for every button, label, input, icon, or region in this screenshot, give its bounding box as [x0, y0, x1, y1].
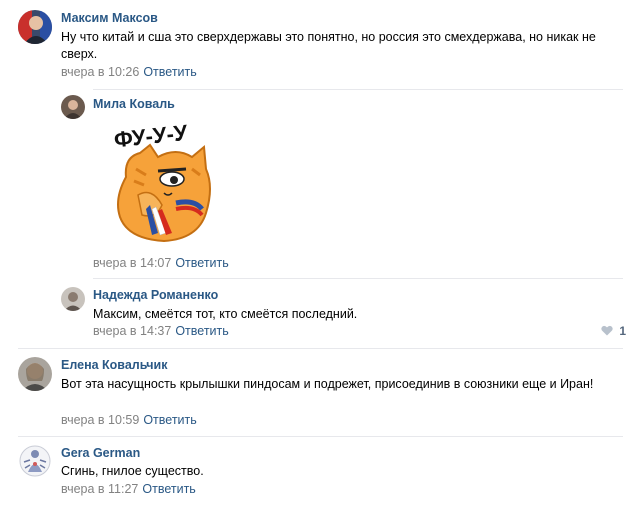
divider — [18, 348, 623, 349]
comment-author[interactable]: Gera German — [61, 446, 140, 460]
comment-author[interactable]: Надежда Романенко — [93, 288, 218, 302]
avatar[interactable] — [18, 444, 52, 478]
comment-time[interactable]: вчера в 10:59 — [61, 413, 139, 427]
comment-meta: вчера в 10:59 Ответить — [61, 413, 197, 427]
comment-text: Ну что китай и сша это сверхдержавы это … — [61, 30, 596, 61]
avatar[interactable] — [18, 10, 52, 44]
comment-text: Вот эта насущность крылышки пиндосам и п… — [61, 377, 594, 391]
comment-time[interactable]: вчера в 14:37 — [93, 324, 171, 338]
heart-icon — [601, 325, 613, 339]
comment-time[interactable]: вчера в 11:27 — [61, 482, 138, 496]
like-button[interactable]: 1 — [601, 324, 626, 339]
comment-meta: вчера в 14:07 Ответить — [93, 256, 229, 270]
sticker-image[interactable]: ФУ-У-У ФУ-У-У — [106, 117, 216, 247]
comment-meta: вчера в 11:27 Ответить — [61, 482, 196, 496]
avatar[interactable] — [18, 357, 52, 391]
comment-text: Максим, смеётся тот, кто смеётся последн… — [93, 307, 358, 321]
comment-time[interactable]: вчера в 10:26 — [61, 65, 139, 79]
comment-text: Сгинь, гнилое существо. — [61, 464, 204, 478]
reply-button[interactable]: Ответить — [175, 324, 228, 338]
avatar[interactable] — [61, 95, 85, 119]
comment-author[interactable]: Максим Максов — [61, 11, 158, 25]
comment-meta: вчера в 10:26 Ответить — [61, 65, 197, 79]
divider — [18, 436, 623, 437]
divider — [93, 89, 623, 90]
like-count: 1 — [619, 324, 627, 338]
reply-button[interactable]: Ответить — [142, 482, 195, 496]
reply-button[interactable]: Ответить — [143, 413, 196, 427]
avatar[interactable] — [61, 287, 85, 311]
comment-meta: вчера в 14:37 Ответить — [93, 324, 229, 338]
reply-button[interactable]: Ответить — [143, 65, 196, 79]
reply-button[interactable]: Ответить — [175, 256, 228, 270]
comment-time[interactable]: вчера в 14:07 — [93, 256, 171, 270]
comment-author[interactable]: Мила Коваль — [93, 97, 175, 111]
divider — [93, 278, 623, 279]
comment-author[interactable]: Елена Ковальчик — [61, 358, 168, 372]
